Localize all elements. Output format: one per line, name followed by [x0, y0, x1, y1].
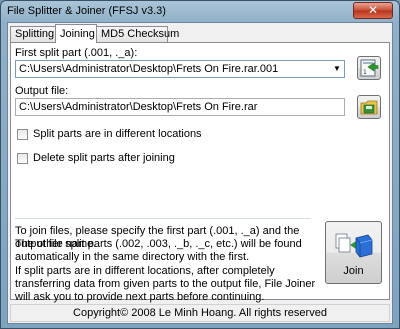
svg-text:1: 1	[363, 69, 367, 76]
client-area: Splitting Joining MD5 Checksum First spl…	[7, 22, 393, 324]
open-folder-green-arrow-icon: 1	[360, 59, 379, 77]
browse-output-button[interactable]	[357, 95, 381, 119]
join-button[interactable]: Join	[325, 221, 382, 284]
window-title: File Splitter & Joiner (FFSJ v3.3)	[7, 5, 166, 17]
separator	[15, 218, 311, 219]
app-window: File Splitter & Joiner (FFSJ v3.3) ✕ Spl…	[0, 0, 400, 329]
output-file-input[interactable]: C:\Users\Administrator\Desktop\Frets On …	[15, 98, 345, 116]
chevron-down-icon[interactable]: ▼	[330, 61, 344, 77]
first-part-label: First split part (.001, ._a):	[15, 47, 138, 59]
save-folder-icon	[360, 100, 378, 115]
tab-joining[interactable]: Joining	[55, 24, 97, 43]
joining-panel: First split part (.001, ._a): C:\Users\A…	[10, 42, 390, 303]
info-text-3: If split parts are in different location…	[15, 265, 316, 303]
delete-parts-checkbox[interactable]	[17, 153, 28, 164]
browse-first-part-button[interactable]: 1	[357, 56, 381, 80]
tab-splitting[interactable]: Splitting	[10, 26, 56, 42]
different-locations-label[interactable]: Split parts are in different locations	[33, 128, 202, 140]
info-text-2: The other split parts (.002, .003, ._b, …	[15, 238, 302, 263]
different-locations-checkbox[interactable]	[17, 129, 28, 140]
copyright-footer: Copyright© 2008 Le Minh Hoang. All right…	[10, 304, 390, 322]
title-bar: File Splitter & Joiner (FFSJ v3.3)	[1, 1, 399, 21]
first-part-value: C:\Users\Administrator\Desktop\Frets On …	[19, 63, 279, 75]
close-button[interactable]: ✕	[353, 2, 393, 19]
tab-md5-checksum[interactable]: MD5 Checksum	[96, 26, 179, 42]
join-files-icon	[335, 233, 372, 258]
output-file-label: Output file:	[15, 85, 69, 97]
join-button-label: Join	[343, 265, 364, 277]
first-part-combo[interactable]: C:\Users\Administrator\Desktop\Frets On …	[15, 60, 345, 78]
delete-parts-label[interactable]: Delete split parts after joining	[33, 152, 175, 164]
